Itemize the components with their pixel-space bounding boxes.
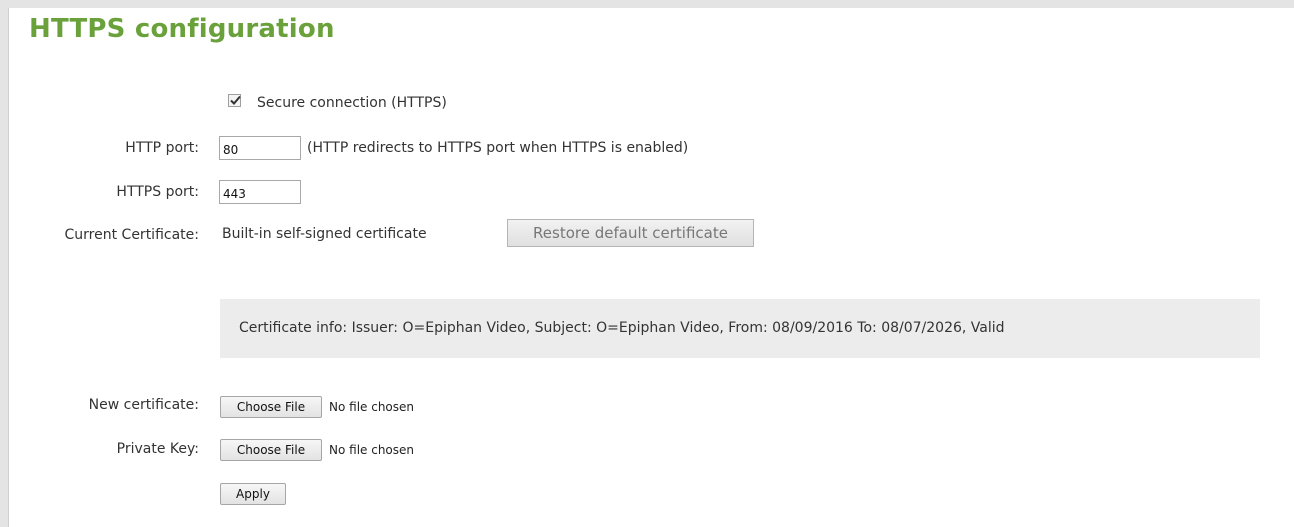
restore-default-certificate-button[interactable]: Restore default certificate — [507, 219, 754, 247]
http-port-label: HTTP port: — [125, 140, 199, 156]
private-key-file-status: No file chosen — [329, 443, 415, 457]
certificate-info-text: Certificate info: Issuer: O=Epiphan Vide… — [239, 320, 1005, 336]
http-port-note: (HTTP redirects to HTTPS port when HTTPS… — [307, 140, 689, 156]
current-certificate-label: Current Certificate: — [64, 227, 199, 243]
https-configuration-panel: HTTPS configuration Secure connection (H… — [8, 8, 1294, 527]
https-port-label: HTTPS port: — [116, 184, 199, 200]
private-key-choose-file-button[interactable]: Choose File — [220, 439, 322, 461]
current-certificate-value: Built-in self-signed certificate — [222, 226, 427, 242]
page-title: HTTPS configuration — [29, 14, 335, 44]
http-port-input[interactable] — [219, 136, 301, 160]
certificate-info-box: Certificate info: Issuer: O=Epiphan Vide… — [220, 299, 1260, 358]
new-certificate-choose-file-button[interactable]: Choose File — [220, 396, 322, 418]
private-key-label: Private Key: — [116, 441, 199, 457]
new-certificate-file-status: No file chosen — [329, 400, 415, 414]
apply-button[interactable]: Apply — [220, 483, 286, 505]
https-port-input[interactable] — [219, 180, 301, 204]
new-certificate-label: New certificate: — [88, 397, 199, 413]
secure-connection-checkbox[interactable] — [228, 94, 241, 107]
checkmark-icon — [230, 95, 241, 105]
secure-connection-label: Secure connection (HTTPS) — [257, 95, 447, 111]
